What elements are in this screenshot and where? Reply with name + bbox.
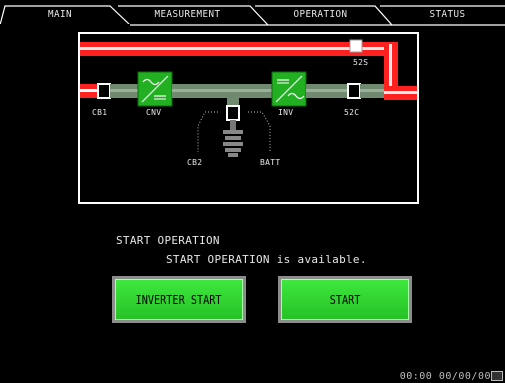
operation-title: START OPERATION — [116, 234, 220, 247]
label-batt: BATT — [260, 158, 281, 167]
label-cb1: CB1 — [92, 108, 108, 117]
breaker-cb1 — [97, 83, 111, 99]
clock: 00:00 00/00/00 — [399, 371, 491, 382]
tab-measurement[interactable]: MEASUREMENT — [135, 6, 241, 24]
label-cnv: CNV — [146, 108, 162, 117]
start-button[interactable]: START — [278, 276, 412, 323]
battery-icon — [223, 130, 243, 134]
tab-operation[interactable]: OPERATION — [272, 6, 369, 24]
inverter-start-button[interactable]: INVERTER START — [112, 276, 246, 323]
label-52c: 52C — [344, 108, 360, 117]
tab-status[interactable]: STATUS — [399, 6, 496, 24]
tab-main[interactable]: MAIN — [23, 6, 97, 24]
operation-message: START OPERATION is available. — [166, 253, 367, 266]
breaker-cb2 — [226, 105, 240, 121]
label-cb2: CB2 — [187, 158, 203, 167]
single-line-diagram: 52S CB1 CNV INV 52C CB2 BATT — [78, 32, 419, 204]
tab-bar: MAIN MEASUREMENT OPERATION STATUS — [0, 0, 505, 26]
label-inv: INV — [278, 108, 294, 117]
switch-52s — [349, 39, 363, 53]
label-52s: 52S — [353, 58, 369, 67]
monitor-icon[interactable] — [491, 371, 503, 381]
switch-52c — [347, 83, 361, 99]
